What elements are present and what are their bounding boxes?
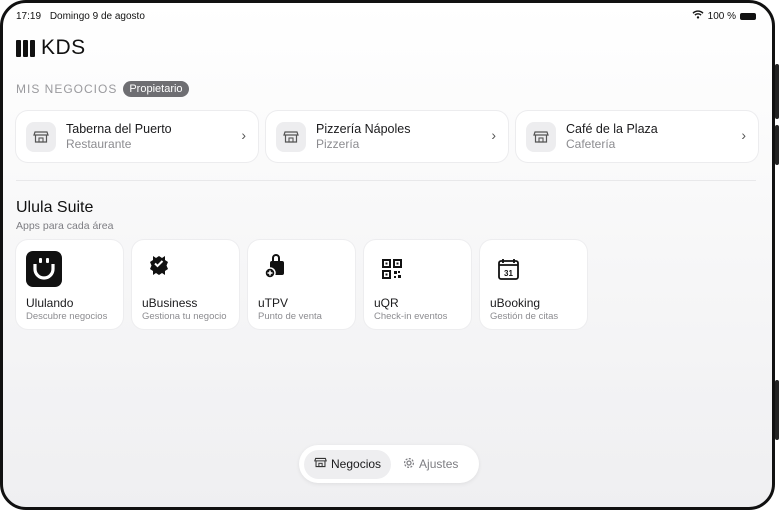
- business-name: Taberna del Puerto: [66, 122, 172, 136]
- tab-label: Negocios: [331, 457, 382, 471]
- app-card-ubusiness[interactable]: uBusiness Gestiona tu negocio: [132, 240, 239, 329]
- kds-logo-icon: [16, 39, 35, 57]
- volume-down-button: [775, 125, 779, 165]
- app-description: Check-in eventos: [374, 311, 448, 322]
- business-list: Taberna del Puerto Restaurante › Pizzerí…: [16, 111, 758, 162]
- status-time: 17:19: [16, 10, 42, 22]
- store-icon: [26, 121, 56, 152]
- business-type: Cafetería: [566, 137, 616, 151]
- business-type: Restaurante: [66, 137, 132, 151]
- app-description: Punto de venta: [258, 311, 322, 322]
- battery-icon: [740, 12, 756, 20]
- app-title: KDS: [41, 36, 86, 59]
- tab-negocios[interactable]: Negocios: [304, 449, 392, 479]
- battery-label: 100 %: [707, 10, 736, 22]
- suite-title: Ulula Suite: [16, 199, 94, 216]
- app-description: Descubre negocios: [26, 311, 108, 322]
- store-icon: [314, 456, 327, 472]
- business-card[interactable]: Café de la Plaza Cafetería ›: [516, 111, 758, 162]
- chevron-right-icon: ›: [241, 127, 246, 143]
- device-frame: 17:19 Domingo 9 de agosto 100 % KDS MIS …: [0, 0, 775, 510]
- businesses-section-title: MIS NEGOCIOS: [16, 82, 118, 96]
- power-button: [775, 380, 779, 440]
- tab-label: Ajustes: [419, 457, 459, 471]
- bottom-tab-bar: Negocios Ajustes: [299, 445, 479, 483]
- suite-subtitle: Apps para cada área: [16, 220, 114, 232]
- business-name: Pizzería Nápoles: [316, 122, 411, 136]
- app-name: Ululando: [26, 296, 74, 310]
- business-card[interactable]: Taberna del Puerto Restaurante ›: [16, 111, 258, 162]
- status-date: Domingo 9 de agosto: [49, 10, 145, 22]
- volume-up-button: [775, 64, 779, 119]
- app-name: uBusiness: [142, 296, 198, 310]
- ululando-logo-icon: [26, 251, 62, 287]
- app-description: Gestiona tu negocio: [142, 311, 227, 322]
- status-bar: 17:19 Domingo 9 de agosto 100 %: [16, 9, 756, 23]
- store-icon: [276, 121, 306, 152]
- app-header: KDS: [16, 36, 86, 60]
- app-card-uqr[interactable]: uQR Check-in eventos: [364, 240, 471, 329]
- store-icon: [526, 121, 556, 152]
- shopping-bag-add-icon: [258, 251, 294, 287]
- business-name: Café de la Plaza: [566, 122, 658, 136]
- app-card-ubooking[interactable]: 31 uBooking Gestión de citas: [480, 240, 587, 329]
- wifi-icon: [692, 10, 704, 22]
- calendar-icon: 31: [490, 251, 526, 287]
- business-type: Pizzería: [316, 137, 360, 151]
- businesses-header: MIS NEGOCIOS Propietario: [16, 81, 189, 97]
- app-name: uBooking: [490, 296, 541, 310]
- calendar-day: 31: [504, 269, 513, 278]
- app-grid: Ululando Descubre negocios uBusiness Ges…: [16, 240, 587, 329]
- verified-badge-icon: [142, 251, 178, 287]
- app-description: Gestión de citas: [490, 311, 559, 322]
- role-badge: Propietario: [123, 81, 189, 97]
- gear-icon: [403, 457, 415, 472]
- app-card-ululando[interactable]: Ululando Descubre negocios: [16, 240, 123, 329]
- chevron-right-icon: ›: [491, 127, 496, 143]
- chevron-right-icon: ›: [741, 127, 746, 143]
- app-name: uTPV: [258, 296, 289, 310]
- qr-code-icon: [374, 251, 410, 287]
- section-divider: [16, 180, 756, 181]
- app-card-utpv[interactable]: uTPV Punto de venta: [248, 240, 355, 329]
- app-name: uQR: [374, 296, 399, 310]
- tab-ajustes[interactable]: Ajustes: [393, 450, 468, 479]
- business-card[interactable]: Pizzería Nápoles Pizzería ›: [266, 111, 508, 162]
